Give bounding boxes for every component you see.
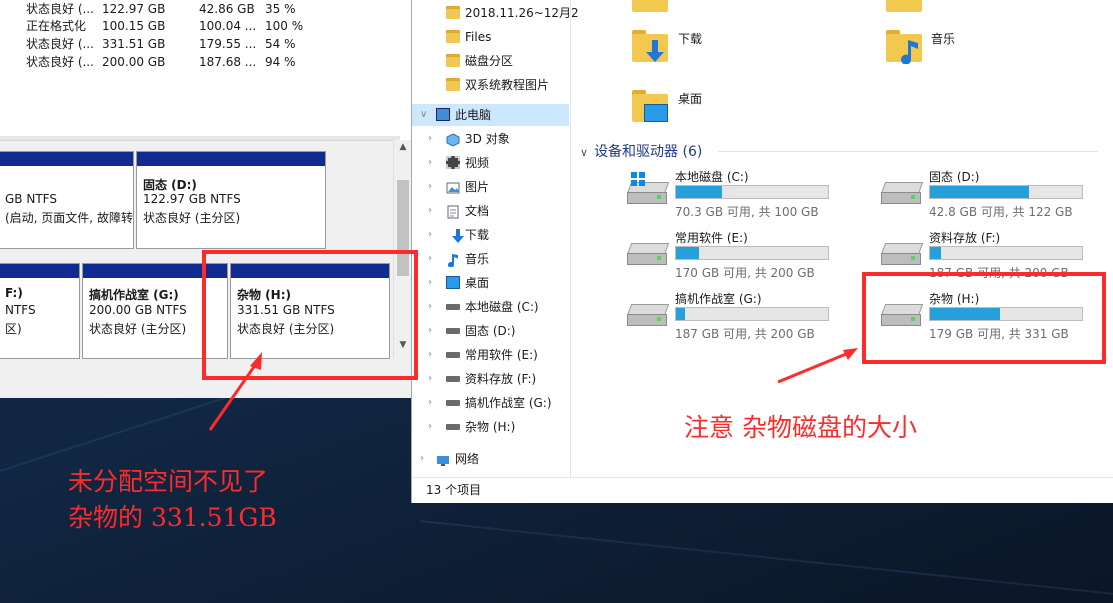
annotation-note-unallocated: 未分配空间不见了 bbox=[68, 467, 269, 496]
annotation-note-size-h: 杂物的 331.51GB bbox=[68, 503, 277, 532]
annotation-note-size: 注意 杂物磁盘的大小 bbox=[684, 413, 917, 442]
